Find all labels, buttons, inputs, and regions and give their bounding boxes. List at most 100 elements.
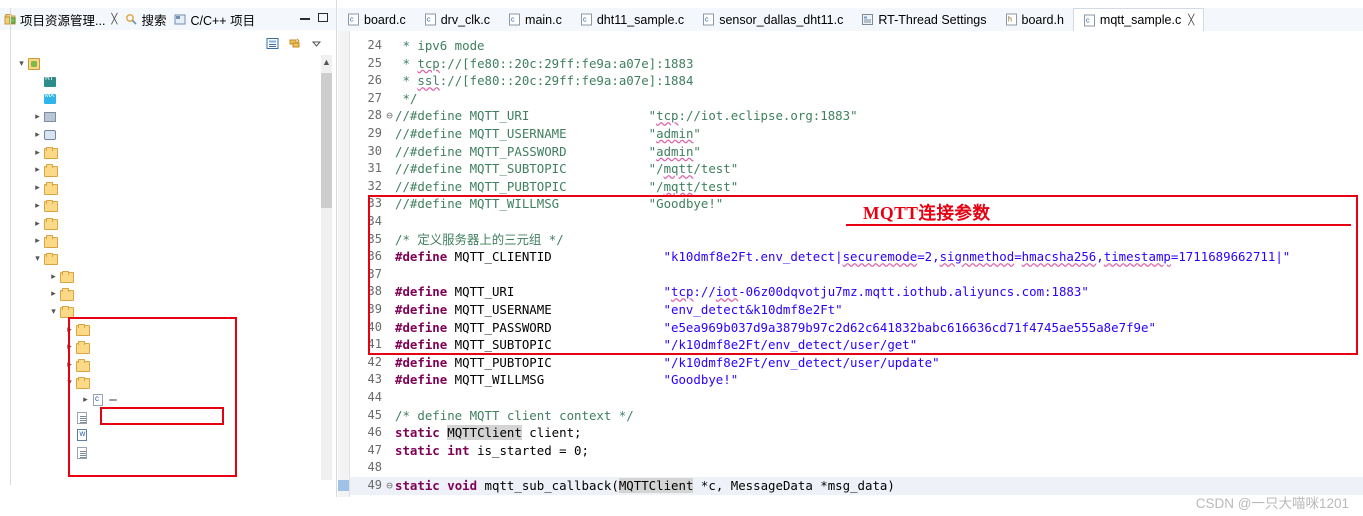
chevron-right-icon[interactable]: ▸	[64, 324, 75, 335]
cpp-project-icon	[174, 13, 187, 26]
editor-tab-board-c[interactable]: c board.c	[338, 8, 415, 31]
tree-item-at-device-v2-0-4[interactable]: ▸	[0, 267, 320, 285]
close-icon[interactable]: ╳	[111, 14, 117, 25]
chevron-right-icon[interactable]: ▸	[48, 288, 59, 299]
fold-toggle-icon[interactable]: ⊖	[385, 107, 394, 125]
tree-item-label	[109, 398, 117, 401]
code-view[interactable]: 24 * ipv6 mode 25 * tcp://[fe80::20c:29ff…	[338, 31, 1363, 497]
svg-text:c: c	[705, 17, 709, 24]
code-line-text: */	[395, 90, 418, 106]
chevron-right-icon[interactable]: ▸	[32, 218, 43, 229]
chevron-right-icon[interactable]: ▸	[64, 341, 75, 352]
editor-tab-main-c[interactable]: c main.c	[499, 8, 571, 31]
scroll-up-icon[interactable]: ▲	[321, 55, 332, 69]
tree-spacer: ▸	[64, 412, 75, 423]
annotation-underline	[846, 224, 1351, 226]
svg-text:c: c	[1086, 17, 1090, 24]
editor-tab-sensor-dallas-dht11-c[interactable]: c sensor_dallas_dht11.c	[693, 8, 852, 31]
tree-item-article-demo-si4project[interactable]: ▸	[0, 161, 320, 179]
editor-tab-label: sensor_dallas_dht11.c	[719, 12, 844, 27]
tree-spacer: ▸	[64, 447, 75, 458]
tree-item-debug[interactable]: ▸	[0, 179, 320, 197]
tree-item-docs[interactable]: ▸	[0, 320, 320, 338]
tree-item-dht11-latest[interactable]: ▸	[0, 285, 320, 303]
includes-icon	[44, 129, 56, 140]
close-icon[interactable]: ╳	[1188, 15, 1194, 26]
chevron-down-icon[interactable]: ▾	[64, 377, 75, 388]
tree-item-samples[interactable]: ▾	[0, 373, 320, 391]
code-line-text: //#define MQTT_WILLMSG "Goodbye!"	[395, 196, 724, 212]
tree-item-applications[interactable]: ▸	[0, 143, 320, 161]
editor-tab-label: drv_clk.c	[440, 12, 491, 27]
chevron-right-icon[interactable]: ▸	[32, 235, 43, 246]
line-number: 45	[367, 407, 382, 422]
tab-project-explorer[interactable]: 项目资源管理... ╳	[0, 10, 121, 29]
minimize-button[interactable]	[300, 13, 310, 25]
tree-item-sconscript[interactable]: ▸	[0, 444, 320, 462]
tree-item-article-demo[interactable]: ▾	[0, 55, 320, 73]
line-number: 41	[367, 337, 382, 352]
line-number: 49	[367, 478, 382, 492]
tree-item-mqttclient-rt[interactable]: ▸	[0, 338, 320, 356]
svg-text:c: c	[427, 17, 431, 24]
chevron-right-icon[interactable]: ▸	[32, 164, 43, 175]
tree-item-includes[interactable]: ▸	[0, 126, 320, 144]
view-menu-icon[interactable]	[309, 36, 324, 51]
tree-item-libraries[interactable]: ▸	[0, 214, 320, 232]
editor-tab-mqtt-sample-c[interactable]: c mqtt_sample.c ╳	[1072, 8, 1205, 31]
chevron-right-icon[interactable]: ▸	[32, 182, 43, 193]
code-line-text: * ssl://[fe80::20c:29ff:fe9a:a07e]:1884	[395, 73, 694, 89]
project-tree[interactable]: ▾ ▸ ▸ ▸ ▸ ▸ ▸ ▸ ▸ ▸ ▸ ▾ ▸ ▸ ▾ ▸ ▸ ▸ ▾ ▸ ▸ ▸ ▸	[0, 55, 320, 485]
panel-left-border	[10, 8, 11, 485]
project-icon	[28, 57, 40, 70]
tree-item--[interactable]: ▸	[0, 108, 320, 126]
tree-item-license[interactable]: ▸	[0, 409, 320, 427]
project-explorer-panel: 项目资源管理... ╳ 搜索 C/C++ 项目 ▾ RT MX ▸ ▸ ▸ ▸ …	[0, 0, 337, 497]
breakpoint-marker-icon[interactable]	[338, 480, 349, 491]
chevron-right-icon[interactable]: ▸	[32, 129, 43, 140]
tree-item-packages[interactable]: ▾	[0, 250, 320, 268]
folder-icon	[43, 181, 58, 195]
tree-item-pahomqtt-v1-1-0[interactable]: ▾	[0, 303, 320, 321]
chevron-right-icon[interactable]: ▸	[80, 394, 91, 405]
maximize-button[interactable]	[318, 13, 328, 25]
chevron-right-icon[interactable]: ▸	[32, 111, 43, 122]
editor-tab-dht11-sample-c[interactable]: c dht11_sample.c	[571, 8, 693, 31]
editor-tab-board-h[interactable]: h board.h	[996, 8, 1073, 31]
tab-label: C/C++ 项目	[190, 13, 256, 28]
line-number: 42	[367, 354, 382, 369]
folder-icon	[75, 340, 90, 354]
folder-icon	[75, 358, 90, 372]
tree-item-drivers[interactable]: ▸	[0, 197, 320, 215]
chevron-down-icon[interactable]: ▾	[32, 253, 43, 264]
chevron-right-icon[interactable]: ▸	[32, 200, 43, 211]
c-file-icon: c	[1083, 14, 1096, 27]
editor-tab-rt-thread-settings[interactable]: RT-Thread Settings	[852, 8, 995, 31]
fold-toggle-icon[interactable]: ⊖	[385, 477, 394, 495]
chevron-right-icon[interactable]: ▸	[48, 271, 59, 282]
project-tree-scrollbar[interactable]: ▲	[321, 55, 332, 480]
tree-item-cubemx-settings[interactable]: ▸	[0, 90, 320, 108]
chevron-down-icon[interactable]: ▾	[16, 58, 27, 69]
tab-search[interactable]: 搜索	[121, 10, 170, 29]
watermark-text: CSDN @一只大喵咪1201	[1195, 496, 1349, 511]
chevron-down-icon[interactable]: ▾	[48, 306, 59, 317]
tree-item-readme-md[interactable]: ▸	[0, 426, 320, 444]
tab-cpp-projects[interactable]: C/C++ 项目	[170, 10, 259, 29]
tree-item-linkscripts[interactable]: ▸	[0, 232, 320, 250]
collapse-all-icon[interactable]	[265, 36, 280, 51]
code-editor-area: c board.c c drv_clk.c c main.c c dht11_sample.c…	[338, 0, 1363, 497]
line-number: 48	[367, 460, 382, 475]
tree-item-mqtt-sample-c[interactable]: ▸	[0, 391, 320, 409]
code-line-text: static void mqtt_sub_callback(MQTTClient…	[395, 478, 895, 493]
tab-label: 项目资源管理...	[20, 13, 106, 28]
editor-tab-drv-clk-c[interactable]: c drv_clk.c	[415, 8, 499, 31]
c-file-icon: c	[424, 13, 437, 26]
folder-icon	[43, 145, 58, 160]
tree-item-rt-thread-settings[interactable]: ▸	[0, 73, 320, 91]
link-with-editor-icon[interactable]	[287, 36, 302, 51]
tree-item-mqttpacket[interactable]: ▸	[0, 356, 320, 374]
chevron-right-icon[interactable]: ▸	[32, 147, 43, 158]
chevron-right-icon[interactable]: ▸	[64, 359, 75, 370]
scrollbar-thumb[interactable]	[321, 73, 332, 208]
